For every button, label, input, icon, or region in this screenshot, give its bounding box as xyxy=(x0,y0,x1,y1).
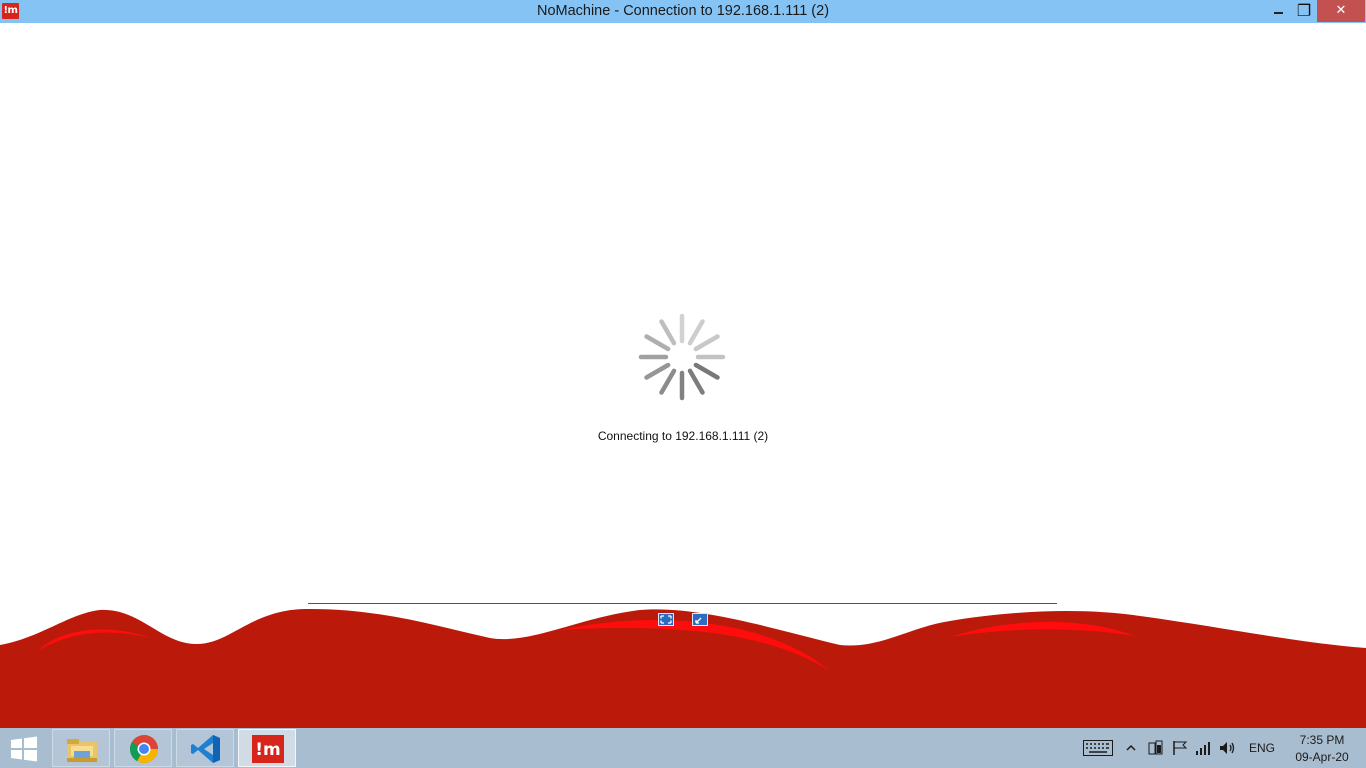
taskbar-nomachine[interactable]: !m xyxy=(238,729,296,767)
minimize-button[interactable] xyxy=(1264,0,1292,22)
loading-spinner-icon xyxy=(638,313,726,401)
window-title: NoMachine - Connection to 192.168.1.111 … xyxy=(536,3,830,19)
vscode-icon xyxy=(191,735,220,763)
window-title-bar[interactable]: !m NoMachine - Connection to 192.168.1.1… xyxy=(0,0,1366,23)
touch-keyboard-icon[interactable] xyxy=(1083,740,1113,756)
fullscreen-icon xyxy=(660,615,672,624)
spinner-spoke xyxy=(687,319,705,346)
chrome-icon xyxy=(130,735,158,763)
viewport-mode-button[interactable] xyxy=(692,613,708,626)
language-indicator[interactable]: ENG xyxy=(1249,741,1275,755)
spinner-spoke xyxy=(693,334,720,352)
clock-time: 7:35 PM xyxy=(1299,733,1345,747)
resize-icon xyxy=(695,617,702,624)
show-hidden-icons-icon[interactable] xyxy=(1124,742,1138,754)
spinner-spoke xyxy=(644,362,671,380)
close-button[interactable]: ✕ xyxy=(1317,0,1365,22)
action-center-flag-icon[interactable] xyxy=(1171,740,1189,756)
fullscreen-button[interactable] xyxy=(658,613,674,626)
taskbar-chrome[interactable] xyxy=(114,729,172,767)
connection-view: Connecting to 192.168.1.111 (2) xyxy=(0,23,1366,728)
nomachine-icon: !m xyxy=(252,735,284,763)
network-signal-icon[interactable] xyxy=(1195,740,1213,756)
system-clock[interactable]: 7:35 PM 09-Apr-20 xyxy=(1282,732,1362,766)
spinner-spoke xyxy=(659,319,677,346)
windows-taskbar: !m ENG 7:35 PM 09-Apr-20 xyxy=(0,728,1366,768)
file-explorer-icon xyxy=(67,739,97,762)
nomachine-wave-decoration xyxy=(0,608,1366,728)
clock-date: 09-Apr-20 xyxy=(1295,750,1349,764)
minimize-icon xyxy=(1273,12,1283,14)
restore-button[interactable]: ❐ xyxy=(1290,0,1318,22)
spinner-spoke xyxy=(659,368,677,395)
connection-status-text: Connecting to 192.168.1.111 (2) xyxy=(597,429,769,443)
power-icon[interactable] xyxy=(1146,740,1164,756)
taskbar-vscode[interactable] xyxy=(176,729,234,767)
spinner-spoke xyxy=(687,368,705,395)
nomachine-taskbar-label: !m xyxy=(255,740,280,760)
volume-icon[interactable] xyxy=(1219,740,1237,756)
windows-start-icon[interactable] xyxy=(8,734,40,764)
spinner-spoke xyxy=(693,362,720,380)
spinner-spoke xyxy=(644,334,671,352)
taskbar-file-explorer[interactable] xyxy=(52,729,110,767)
